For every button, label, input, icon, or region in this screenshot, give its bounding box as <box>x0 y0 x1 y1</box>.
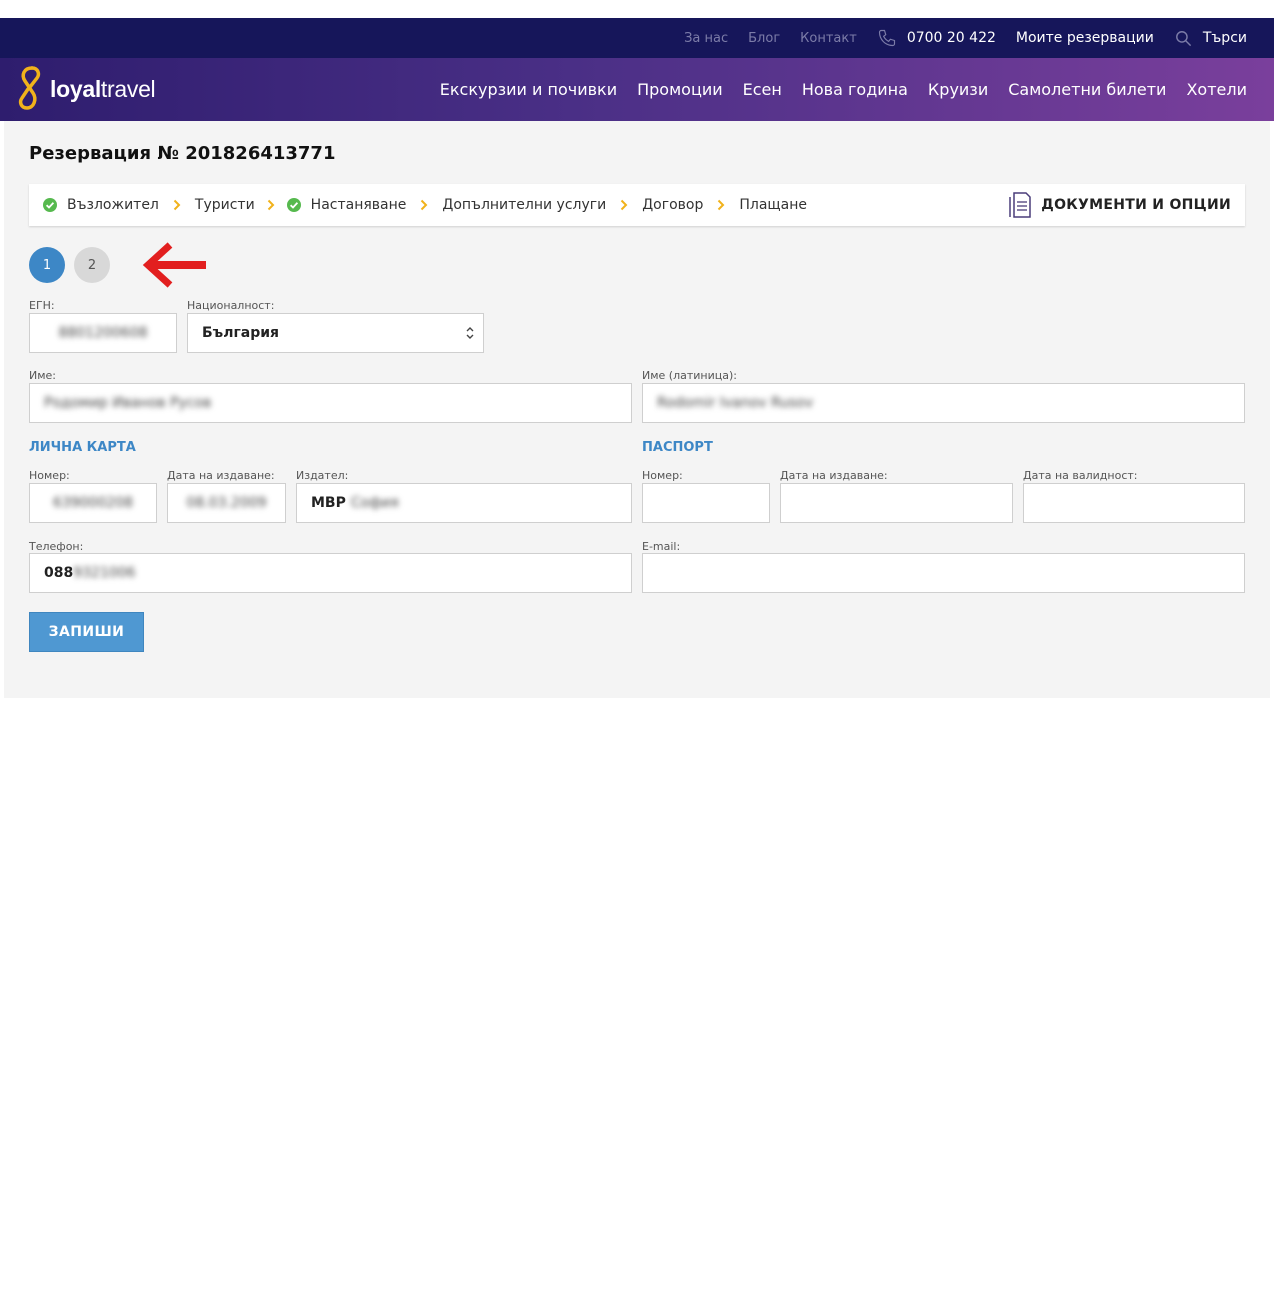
chevron-right-icon <box>620 199 628 211</box>
id-number-input[interactable]: 639000208 <box>29 483 157 523</box>
step-contract[interactable]: Договор <box>642 197 739 213</box>
id-number-value: 639000208 <box>52 495 134 511</box>
passport-issue-date-input[interactable] <box>780 483 1013 523</box>
id-issue-date-value: 08.03.2009 <box>186 495 267 511</box>
chevron-right-icon <box>717 199 725 211</box>
nationality-select[interactable]: България <box>187 313 484 353</box>
step-payment[interactable]: Плащане <box>739 197 807 213</box>
page-title: Резервация № 201826413771 <box>29 143 336 164</box>
logo[interactable]: loyaltravel <box>16 65 156 115</box>
content-area: Резервация № 201826413771 Възложител Тур… <box>4 121 1270 698</box>
nationality-label: Националност: <box>187 299 275 312</box>
pager-page-1[interactable]: 1 <box>29 247 65 283</box>
passport-number-label: Номер: <box>642 469 683 482</box>
select-arrows-icon <box>465 326 475 344</box>
nav-autumn[interactable]: Есен <box>743 80 782 99</box>
id-issue-date-label: Дата на издаване: <box>167 469 275 482</box>
phone-label: Телефон: <box>29 540 84 553</box>
nationality-value: България <box>202 325 280 341</box>
check-icon <box>43 198 57 212</box>
red-arrow-left-icon <box>136 241 210 293</box>
id-card-section-title: ЛИЧНА КАРТА <box>29 440 136 455</box>
id-issuer-rest: София <box>350 495 399 511</box>
email-input[interactable] <box>642 553 1245 593</box>
id-issuer-input[interactable]: МВР София <box>296 483 632 523</box>
passport-section-title: ПАСПОРТ <box>642 440 713 455</box>
step-label: Настаняване <box>310 197 407 213</box>
chevron-right-icon <box>267 199 275 211</box>
steps-bar: Възложител Туристи Настаняване Допълните… <box>29 184 1245 226</box>
nav-links: Екскурзии и почивки Промоции Есен Нова г… <box>420 80 1274 99</box>
phone-input[interactable]: 088 9321006 <box>29 553 632 593</box>
document-icon <box>1009 192 1032 218</box>
passport-issue-date-label: Дата на издаване: <box>780 469 888 482</box>
id-issuer-prefix: МВР <box>311 495 346 511</box>
nav-new-year[interactable]: Нова година <box>802 80 908 99</box>
name-label: Име: <box>29 369 57 382</box>
passport-valid-date-label: Дата на валидност: <box>1023 469 1138 482</box>
email-label: E-mail: <box>642 540 681 553</box>
step-label: Допълнителни услуги <box>442 197 607 213</box>
nav-hotels[interactable]: Хотели <box>1186 80 1247 99</box>
main-nav: loyaltravel Екскурзии и почивки Промоции… <box>0 58 1274 121</box>
step-tourists[interactable]: Туристи <box>195 197 287 213</box>
id-number-label: Номер: <box>29 469 70 482</box>
tourist-pager: 1 2 <box>29 247 119 283</box>
step-label: Плащане <box>739 197 807 213</box>
search-link[interactable]: Търси <box>1203 30 1247 46</box>
phone-icon <box>877 28 897 48</box>
name-latin-label: Име (латиница): <box>642 369 737 382</box>
contact-link[interactable]: Контакт <box>800 31 857 46</box>
documents-label: ДОКУМЕНТИ И ОПЦИИ <box>1041 197 1231 213</box>
egn-input[interactable]: 8801200608 <box>29 313 177 353</box>
my-reservations-link[interactable]: Моите резервации <box>1016 30 1154 46</box>
step-label: Договор <box>642 197 704 213</box>
step-assignor[interactable]: Възложител <box>43 197 195 213</box>
egn-label: ЕГН: <box>29 299 55 312</box>
name-value: Родомир Иванов Русов <box>44 395 212 411</box>
egn-value: 8801200608 <box>58 325 148 341</box>
step-accommodation[interactable]: Настаняване <box>286 197 443 213</box>
id-issue-date-input[interactable]: 08.03.2009 <box>167 483 286 523</box>
step-label: Възложител <box>67 197 159 213</box>
nav-flights[interactable]: Самолетни билети <box>1008 80 1166 99</box>
save-button[interactable]: ЗАПИШИ <box>29 612 144 652</box>
nav-promotions[interactable]: Промоции <box>637 80 723 99</box>
name-input[interactable]: Родомир Иванов Русов <box>29 383 632 423</box>
chevron-right-icon <box>173 199 181 211</box>
passport-number-input[interactable] <box>642 483 770 523</box>
chevron-right-icon <box>420 199 428 211</box>
step-label: Туристи <box>194 197 255 213</box>
phone-rest: 9321006 <box>73 565 136 581</box>
blog-link[interactable]: Блог <box>748 31 780 46</box>
id-issuer-label: Издател: <box>296 469 349 482</box>
phone-number[interactable]: 0700 20 422 <box>907 30 996 46</box>
step-additional-services[interactable]: Допълнителни услуги <box>442 197 642 213</box>
name-latin-value: Rodomir Ivanov Rusov <box>657 395 814 411</box>
name-latin-input[interactable]: Rodomir Ivanov Rusov <box>642 383 1245 423</box>
documents-options-button[interactable]: ДОКУМЕНТИ И ОПЦИИ <box>1009 192 1231 218</box>
passport-valid-date-input[interactable] <box>1023 483 1245 523</box>
logo-icon <box>16 65 42 115</box>
logo-text: loyaltravel <box>50 76 156 102</box>
check-icon <box>286 198 301 212</box>
pager-page-2[interactable]: 2 <box>74 247 110 283</box>
top-bar: За нас Блог Контакт 0700 20 422 Моите ре… <box>0 18 1274 58</box>
phone-prefix: 088 <box>44 565 74 581</box>
nav-excursions[interactable]: Екскурзии и почивки <box>440 80 617 99</box>
search-icon[interactable] <box>1174 29 1193 48</box>
about-link[interactable]: За нас <box>684 31 728 46</box>
nav-cruises[interactable]: Круизи <box>928 80 988 99</box>
